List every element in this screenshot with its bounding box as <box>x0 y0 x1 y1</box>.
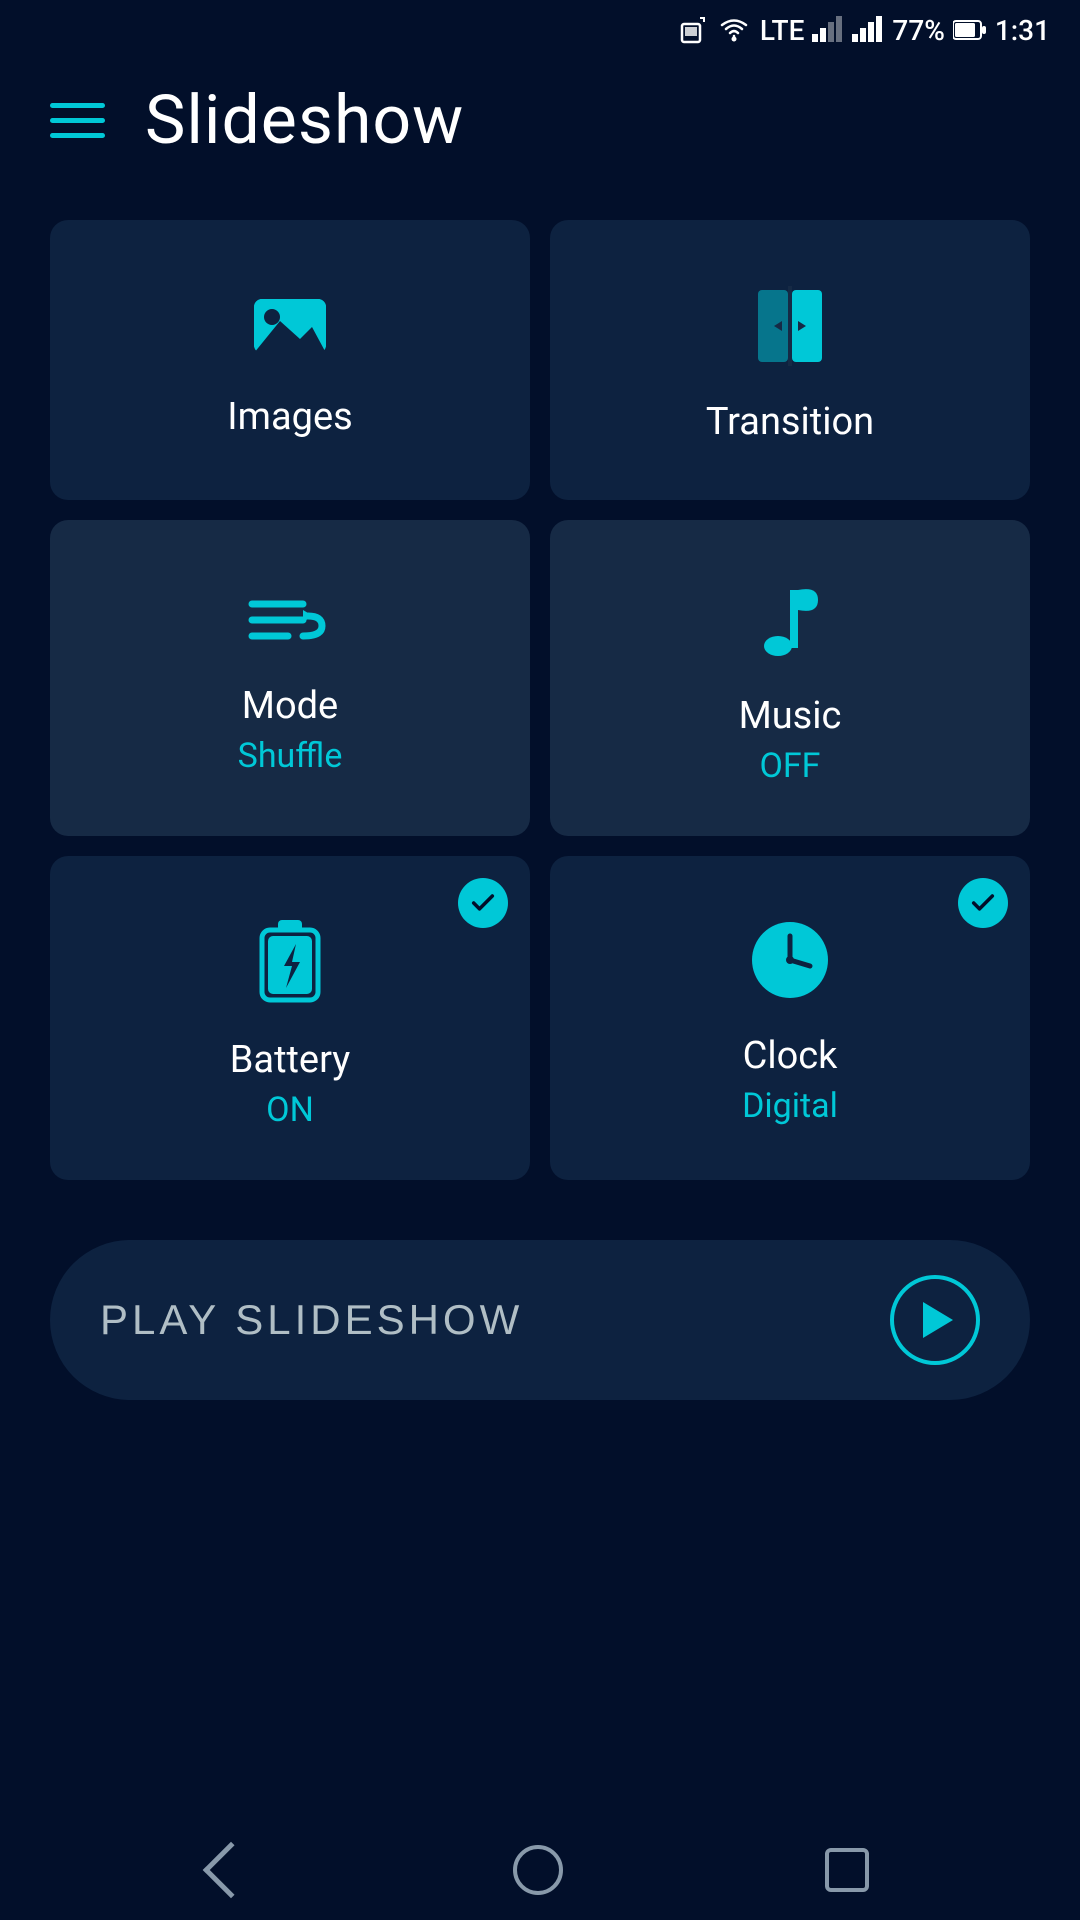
time-display: 1:31 <box>995 14 1050 47</box>
transition-icon <box>754 286 826 370</box>
page-title: Slideshow <box>145 80 464 160</box>
menu-button[interactable] <box>50 103 105 138</box>
hamburger-line-2 <box>50 118 105 123</box>
lte-phone-icon <box>678 16 708 44</box>
battery-status-icon <box>953 18 987 42</box>
clock-card[interactable]: Clock Digital <box>550 856 1030 1180</box>
cards-grid: Images Transition <box>0 200 1080 1200</box>
images-icon <box>250 291 330 365</box>
music-icon <box>762 580 818 664</box>
transition-card[interactable]: Transition <box>550 220 1030 500</box>
battery-sublabel: ON <box>266 1090 314 1130</box>
images-label: Images <box>227 395 352 439</box>
play-area: PLAY SLIDESHOW <box>50 1240 1030 1400</box>
hamburger-line-1 <box>50 103 105 108</box>
battery-check-badge <box>458 878 508 928</box>
music-label: Music <box>739 694 842 738</box>
play-triangle-icon <box>923 1302 953 1338</box>
clock-sublabel: Digital <box>742 1086 838 1126</box>
battery-checkmark-icon <box>469 889 497 917</box>
signal2-icon <box>852 16 884 44</box>
battery-label: Battery <box>230 1038 351 1082</box>
clock-label: Clock <box>743 1034 838 1078</box>
status-bar: LTE 77% 1:31 <box>0 0 1080 60</box>
images-card[interactable]: Images <box>50 220 530 500</box>
mode-card[interactable]: Mode Shuffle <box>50 520 530 836</box>
status-icons: LTE 77% 1:31 <box>678 14 1050 47</box>
lte-label: LTE <box>760 14 805 47</box>
music-card[interactable]: Music OFF <box>550 520 1030 836</box>
battery-icon <box>256 916 324 1008</box>
hamburger-line-3 <box>50 133 105 138</box>
signal-icon <box>812 16 844 44</box>
battery-percent: 77% <box>892 14 944 47</box>
recents-button[interactable] <box>825 1848 869 1892</box>
play-circle-icon <box>890 1275 980 1365</box>
home-button[interactable] <box>513 1845 563 1895</box>
wifi-icon <box>716 16 752 44</box>
mode-icon <box>248 590 332 654</box>
clock-checkmark-icon <box>969 889 997 917</box>
clock-icon <box>750 920 830 1004</box>
transition-label: Transition <box>706 400 874 444</box>
back-button[interactable] <box>203 1842 260 1899</box>
header: Slideshow <box>0 60 1080 180</box>
play-button-label: PLAY SLIDESHOW <box>100 1296 523 1344</box>
mode-label: Mode <box>242 684 338 728</box>
nav-bar <box>0 1820 1080 1920</box>
battery-card[interactable]: Battery ON <box>50 856 530 1180</box>
mode-sublabel: Shuffle <box>238 736 343 776</box>
play-slideshow-button[interactable]: PLAY SLIDESHOW <box>50 1240 1030 1400</box>
music-sublabel: OFF <box>760 746 821 786</box>
clock-check-badge <box>958 878 1008 928</box>
